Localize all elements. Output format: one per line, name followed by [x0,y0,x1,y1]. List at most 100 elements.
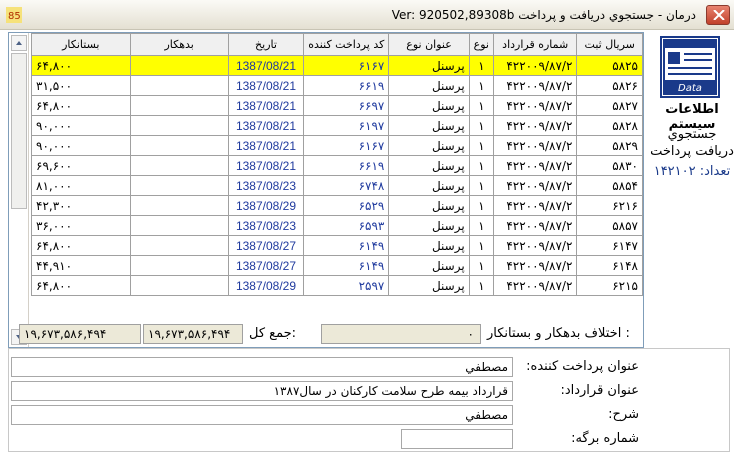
cell-type[interactable]: ۱ [468,155,494,176]
cell-contract[interactable]: ۴۲۲۰۰۹/۸۷/۲ [492,275,578,296]
cell-contract[interactable]: ۴۲۲۰۰۹/۸۷/۲ [492,155,578,176]
table-row[interactable]: ۵۸۲۷ ۴۲۲۰۰۹/۸۷/۲ ۱ پرسنل ۶۶۹۷ 1387/08/21 ۶۴,۸۰… [31,95,643,116]
cell-date[interactable]: 1387/08/29 [227,195,305,216]
table-row[interactable]: ۵۸۲۶ ۴۲۲۰۰۹/۸۷/۲ ۱ پرسنل ۶۶۱۹ 1387/08/21 ۳۱,۵۰… [31,75,643,96]
table-row[interactable]: ۵۸۲۵ ۴۲۲۰۰۹/۸۷/۲ ۱ پرسنل ۶۱۶۷ 1387/08/21 ۶۴,۸۰… [31,55,643,76]
cell-creditor[interactable]: ۶۴,۸۰۰ [31,275,131,296]
cell-serial[interactable]: ۵۸۲۵ [576,55,643,76]
cell-payer-code[interactable]: ۶۶۹۷ [303,95,390,116]
cell-date[interactable]: 1387/08/21 [227,155,305,176]
scroll-up-button[interactable] [11,35,27,51]
cell-title-type[interactable]: پرسنل [388,55,470,76]
cell-creditor[interactable]: ۴۴,۹۱۰ [31,255,131,276]
cell-payer-code[interactable]: ۶۱۶۷ [303,135,390,156]
cell-creditor[interactable]: ۳۶,۰۰۰ [31,215,131,236]
cell-date[interactable]: 1387/08/21 [227,135,305,156]
col-header-serial[interactable]: سريال ثبت [576,33,643,56]
cell-creditor[interactable]: ۸۱,۰۰۰ [31,175,131,196]
cell-creditor[interactable]: ۹۰,۰۰۰ [31,135,131,156]
cell-serial[interactable]: ۵۸۲۷ [576,95,643,116]
cell-date[interactable]: 1387/08/23 [227,215,305,236]
col-header-contract[interactable]: شماره قرارداد [492,33,578,56]
table-row[interactable]: ۵۸۵۴ ۴۲۲۰۰۹/۸۷/۲ ۱ پرسنل ۶۷۴۸ 1387/08/23 ۸۱,۰۰… [31,175,643,196]
col-header-type[interactable]: نوع [468,33,494,56]
table-row[interactable]: ۵۸۳۰ ۴۲۲۰۰۹/۸۷/۲ ۱ پرسنل ۶۶۱۹ 1387/08/21 ۶۹,۶۰… [31,155,643,176]
cell-payer-code[interactable]: ۶۱۹۷ [303,115,390,136]
cell-date[interactable]: 1387/08/27 [227,255,305,276]
cell-type[interactable]: ۱ [468,235,494,256]
cell-payer-code[interactable]: ۶۵۲۹ [303,195,390,216]
cell-title-type[interactable]: پرسنل [388,215,470,236]
cell-type[interactable]: ۱ [468,75,494,96]
cell-type[interactable]: ۱ [468,115,494,136]
cell-contract[interactable]: ۴۲۲۰۰۹/۸۷/۲ [492,195,578,216]
cell-type[interactable]: ۱ [468,55,494,76]
cell-contract[interactable]: ۴۲۲۰۰۹/۸۷/۲ [492,235,578,256]
cell-debtor[interactable] [129,255,229,276]
cell-debtor[interactable] [129,95,229,116]
cell-title-type[interactable]: پرسنل [388,115,470,136]
cell-contract[interactable]: ۴۲۲۰۰۹/۸۷/۲ [492,115,578,136]
cell-title-type[interactable]: پرسنل [388,75,470,96]
cell-debtor[interactable] [129,215,229,236]
cell-serial[interactable]: ۵۸۵۴ [576,175,643,196]
cell-debtor[interactable] [129,135,229,156]
cell-title-type[interactable]: پرسنل [388,255,470,276]
cell-title-type[interactable]: پرسنل [388,235,470,256]
cell-debtor[interactable] [129,235,229,256]
cell-creditor[interactable]: ۶۴,۸۰۰ [31,235,131,256]
col-header-title-type[interactable]: عنوان نوع [388,33,470,56]
cell-serial[interactable]: ۶۲۱۶ [576,195,643,216]
cell-debtor[interactable] [129,115,229,136]
cell-creditor[interactable]: ۳۱,۵۰۰ [31,75,131,96]
col-header-creditor[interactable]: بستانكار [31,33,131,56]
cell-serial[interactable]: ۶۱۴۷ [576,235,643,256]
cell-debtor[interactable] [129,55,229,76]
cell-title-type[interactable]: پرسنل [388,195,470,216]
cell-payer-code[interactable]: ۶۱۴۹ [303,235,390,256]
cell-debtor[interactable] [129,75,229,96]
cell-creditor[interactable]: ۹۰,۰۰۰ [31,115,131,136]
cell-contract[interactable]: ۴۲۲۰۰۹/۸۷/۲ [492,95,578,116]
col-header-payer-code[interactable]: کد پرداخت کننده [303,33,390,56]
cell-date[interactable]: 1387/08/27 [227,235,305,256]
cell-payer-code[interactable]: ۶۱۶۷ [303,55,390,76]
cell-contract[interactable]: ۴۲۲۰۰۹/۸۷/۲ [492,175,578,196]
cell-serial[interactable]: ۵۸۳۰ [576,155,643,176]
cell-contract[interactable]: ۴۲۲۰۰۹/۸۷/۲ [492,255,578,276]
cell-payer-code[interactable]: ۶۱۴۹ [303,255,390,276]
payer-title-field[interactable]: مصطفي [11,357,513,377]
cell-type[interactable]: ۱ [468,255,494,276]
cell-contract[interactable]: ۴۲۲۰۰۹/۸۷/۲ [492,215,578,236]
cell-title-type[interactable]: پرسنل [388,175,470,196]
cell-serial[interactable]: ۵۸۲۶ [576,75,643,96]
sheet-number-field[interactable] [401,429,513,449]
table-row[interactable]: ۶۲۱۵ ۴۲۲۰۰۹/۸۷/۲ ۱ پرسنل ۲۵۹۷ 1387/08/29 ۶۴,۸۰… [31,275,643,296]
cell-serial[interactable]: ۵۸۲۸ [576,115,643,136]
cell-type[interactable]: ۱ [468,135,494,156]
cell-debtor[interactable] [129,195,229,216]
cell-debtor[interactable] [129,175,229,196]
cell-payer-code[interactable]: ۶۵۹۳ [303,215,390,236]
cell-contract[interactable]: ۴۲۲۰۰۹/۸۷/۲ [492,135,578,156]
cell-type[interactable]: ۱ [468,215,494,236]
vertical-scrollbar[interactable] [9,33,29,347]
cell-date[interactable]: 1387/08/21 [227,75,305,96]
cell-payer-code[interactable]: ۶۶۱۹ [303,75,390,96]
cell-date[interactable]: 1387/08/23 [227,175,305,196]
cell-title-type[interactable]: پرسنل [388,95,470,116]
cell-date[interactable]: 1387/08/21 [227,115,305,136]
cell-type[interactable]: ۱ [468,175,494,196]
cell-type[interactable]: ۱ [468,95,494,116]
cell-payer-code[interactable]: ۲۵۹۷ [303,275,390,296]
cell-payer-code[interactable]: ۶۷۴۸ [303,175,390,196]
cell-type[interactable]: ۱ [468,275,494,296]
scroll-thumb[interactable] [11,53,27,209]
table-row[interactable]: ۶۱۴۸ ۴۲۲۰۰۹/۸۷/۲ ۱ پرسنل ۶۱۴۹ 1387/08/27 ۴۴,۹۱… [31,255,643,276]
cell-contract[interactable]: ۴۲۲۰۰۹/۸۷/۲ [492,75,578,96]
close-button[interactable] [706,5,730,25]
cell-date[interactable]: 1387/08/21 [227,95,305,116]
cell-serial[interactable]: ۵۸۲۹ [576,135,643,156]
cell-creditor[interactable]: ۴۲,۳۰۰ [31,195,131,216]
contract-title-field[interactable]: قرارداد بيمه طرح سلامت كاركنان در سال۱۳۸… [11,381,513,401]
